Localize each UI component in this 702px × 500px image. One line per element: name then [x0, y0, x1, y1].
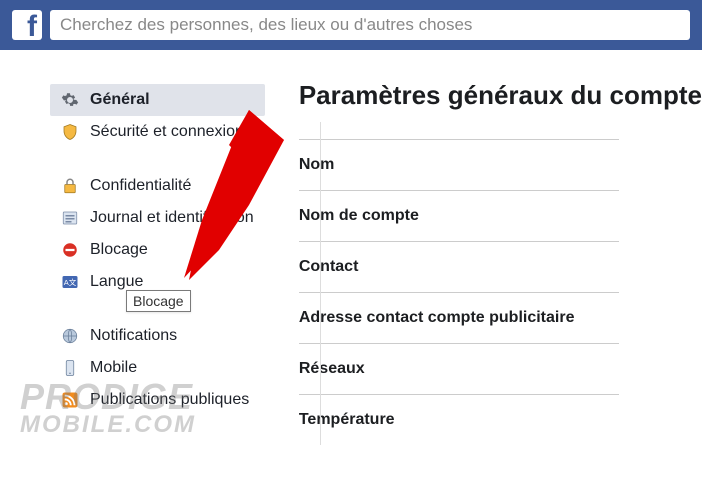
shield-icon	[60, 122, 80, 142]
globe-icon	[60, 326, 80, 346]
divider	[320, 122, 321, 445]
language-icon: A文	[60, 272, 80, 292]
facebook-logo-icon[interactable]	[12, 10, 42, 40]
sidebar-item-general[interactable]: Général	[50, 84, 265, 116]
sidebar: Général Sécurité et connexion Confidenti…	[0, 50, 265, 445]
sidebar-item-mobile[interactable]: Mobile	[50, 352, 265, 384]
svg-text:A文: A文	[64, 277, 77, 287]
sidebar-item-security[interactable]: Sécurité et connexion	[50, 116, 265, 148]
sidebar-item-label: Notifications	[90, 327, 177, 345]
block-icon	[60, 240, 80, 260]
setting-row-networks[interactable]: Réseaux	[299, 343, 619, 394]
page-title: Paramètres généraux du compte	[299, 80, 702, 111]
setting-row-name[interactable]: Nom	[299, 139, 619, 190]
sidebar-item-label: Journal et identification	[90, 209, 254, 227]
rss-icon	[60, 390, 80, 410]
lock-icon	[60, 176, 80, 196]
sidebar-item-label: Publications publiques	[90, 391, 249, 409]
main-panel: Paramètres généraux du compte Nom Nom de…	[265, 50, 702, 445]
sidebar-item-label: Général	[90, 91, 150, 109]
search-input[interactable]	[50, 10, 690, 40]
content: Général Sécurité et connexion Confidenti…	[0, 50, 702, 445]
list-icon	[60, 208, 80, 228]
setting-row-temperature[interactable]: Température	[299, 394, 619, 445]
sidebar-item-privacy[interactable]: Confidentialité	[50, 170, 265, 202]
setting-row-ad-contact[interactable]: Adresse contact compte publicitaire	[299, 292, 619, 343]
sidebar-item-timeline[interactable]: Journal et identification	[50, 202, 265, 234]
sidebar-item-label: Blocage	[90, 241, 148, 259]
sidebar-item-label: Mobile	[90, 359, 137, 377]
gear-icon	[60, 90, 80, 110]
sidebar-item-notifications[interactable]: Notifications	[50, 320, 265, 352]
sidebar-item-label: Sécurité et connexion	[90, 123, 244, 141]
tooltip: Blocage	[126, 290, 191, 312]
mobile-icon	[60, 358, 80, 378]
setting-row-username[interactable]: Nom de compte	[299, 190, 619, 241]
sidebar-item-public-posts[interactable]: Publications publiques	[50, 384, 265, 416]
sidebar-item-blocking[interactable]: Blocage	[50, 234, 265, 266]
sidebar-item-label: Confidentialité	[90, 177, 191, 195]
sidebar-item-label: Langue	[90, 273, 143, 291]
setting-row-contact[interactable]: Contact	[299, 241, 619, 292]
topbar	[0, 0, 702, 50]
